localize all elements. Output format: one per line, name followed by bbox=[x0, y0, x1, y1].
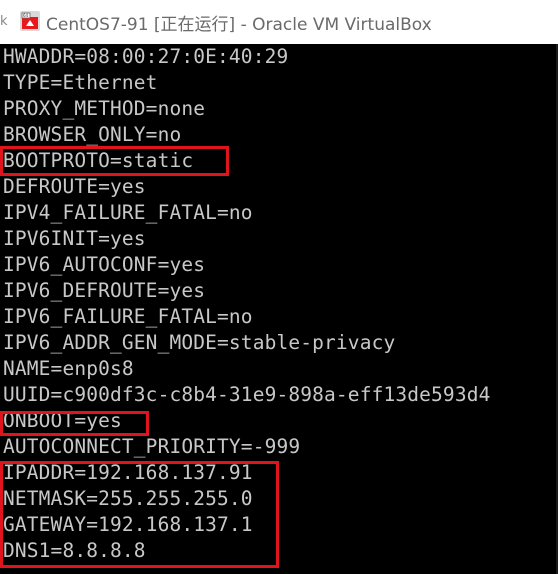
config-line-bootproto: BOOTPROTO=static bbox=[3, 149, 194, 172]
config-line-ipv6-addr-gen-mode: IPV6_ADDR_GEN_MODE=stable-privacy bbox=[3, 331, 396, 354]
virtualbox-icon: 64 bbox=[20, 11, 40, 31]
config-line-gateway: GATEWAY=192.168.137.1 bbox=[3, 513, 253, 536]
config-line-netmask: NETMASK=255.255.255.0 bbox=[3, 487, 253, 510]
left-window-edge: k bbox=[0, 0, 8, 44]
config-line-type: TYPE=Ethernet bbox=[3, 71, 158, 94]
config-line-ipv6-autoconf: IPV6_AUTOCONF=yes bbox=[3, 253, 206, 276]
left-edge-glyph: k bbox=[0, 14, 8, 29]
config-line-browser-only: BROWSER_ONLY=no bbox=[3, 123, 182, 146]
config-line-ipv6-failure-fatal: IPV6_FAILURE_FATAL=no bbox=[3, 305, 253, 328]
config-line-ipv6-defroute: IPV6_DEFROUTE=yes bbox=[3, 279, 206, 302]
window-title: CentOS7-91 [正在运行] - Oracle VM VirtualBox bbox=[46, 15, 432, 35]
config-line-ipv4-failure-fatal: IPV4_FAILURE_FATAL=no bbox=[3, 201, 253, 224]
config-line-autoconnect-priority: AUTOCONNECT_PRIORITY=-999 bbox=[3, 435, 301, 458]
config-line-uuid: UUID=c900df3c-c8b4-31e9-898a-eff13de593d… bbox=[3, 383, 491, 406]
config-line-onboot: ONBOOT=yes bbox=[3, 409, 122, 432]
config-line-ipaddr: IPADDR=192.168.137.91 bbox=[3, 461, 253, 484]
title-bar[interactable]: k 64 CentOS7-91 [正在运行] - Oracle VM Virtu… bbox=[0, 0, 558, 44]
vm-console-screen[interactable]: HWADDR=08:00:27:0E:40:29 TYPE=Ethernet P… bbox=[0, 44, 558, 574]
svg-text:64: 64 bbox=[23, 13, 29, 18]
config-line-name: NAME=enp0s8 bbox=[3, 357, 134, 380]
config-line-proxy-method: PROXY_METHOD=none bbox=[3, 97, 206, 120]
config-line-ipv6init: IPV6INIT=yes bbox=[3, 227, 146, 250]
config-line-defroute: DEFROUTE=yes bbox=[3, 175, 146, 198]
config-line-dns1: DNS1=8.8.8.8 bbox=[3, 539, 146, 562]
virtualbox-window: k 64 CentOS7-91 [正在运行] - Oracle VM Virtu… bbox=[0, 0, 558, 574]
config-line-hwaddr: HWADDR=08:00:27:0E:40:29 bbox=[3, 45, 289, 68]
